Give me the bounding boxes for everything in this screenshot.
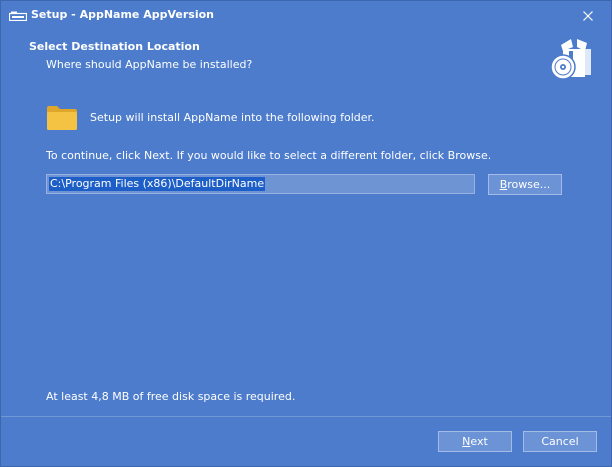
next-button[interactable]: Next xyxy=(438,431,512,452)
close-button[interactable] xyxy=(565,1,611,31)
close-icon xyxy=(583,11,593,21)
page-title: Select Destination Location xyxy=(29,40,200,53)
browse-accelerator: B xyxy=(499,178,508,191)
footer-separator xyxy=(1,416,611,417)
destination-dir-input[interactable]: C:\Program Files (x86)\DefaultDirName xyxy=(46,174,475,194)
cancel-label: Cancel xyxy=(541,435,579,448)
folder-icon xyxy=(47,106,77,130)
destination-dir-value: C:\Program Files (x86)\DefaultDirName xyxy=(49,177,266,191)
next-label: ext xyxy=(470,435,488,448)
next-accelerator: N xyxy=(462,435,471,448)
install-folder-text: Setup will install AppName into the foll… xyxy=(90,111,375,124)
continue-instructions: To continue, click Next. If you would li… xyxy=(46,149,492,162)
cancel-button[interactable]: Cancel xyxy=(523,431,597,452)
page-subtitle: Where should AppName be installed? xyxy=(46,58,253,71)
disk-space-text: At least 4,8 MB of free disk space is re… xyxy=(46,390,296,403)
browse-label: rowse... xyxy=(507,178,551,191)
setup-box-disc-icon xyxy=(550,39,591,80)
window-title: Setup - AppName AppVersion xyxy=(31,8,214,21)
setup-app-icon xyxy=(9,11,27,21)
title-bar[interactable]: Setup - AppName AppVersion xyxy=(1,1,611,31)
setup-window: Setup - AppName AppVersion Select Destin… xyxy=(0,0,612,467)
browse-button[interactable]: Browse... xyxy=(488,174,562,195)
